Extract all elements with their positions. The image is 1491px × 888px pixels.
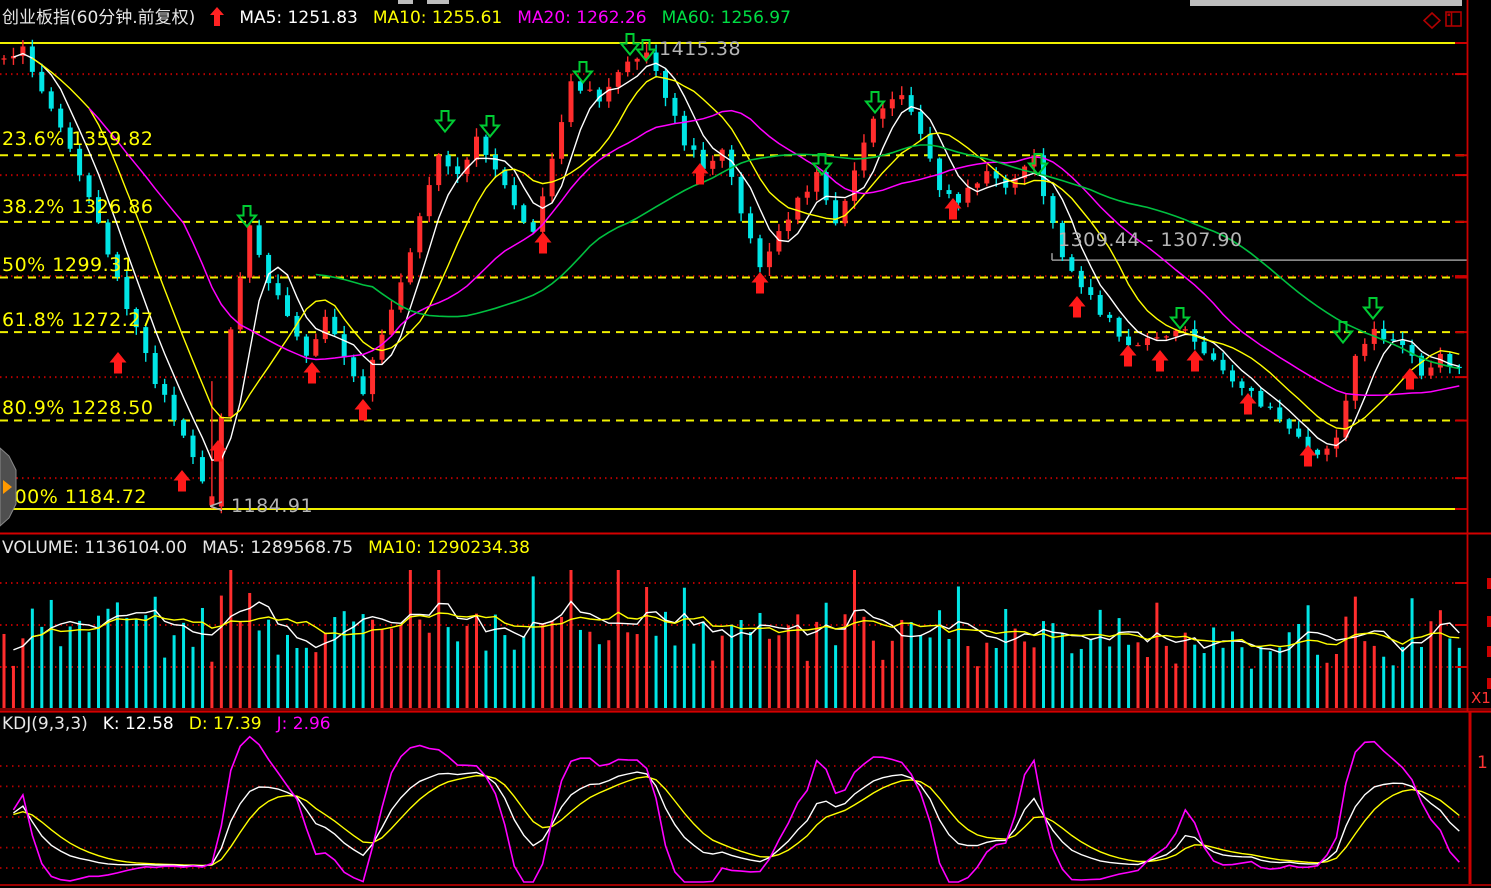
price-pane-header: 创业板指(60分钟.前复权) MA5: 1251.83 MA10: 1255.6…: [2, 6, 791, 30]
gap-range-label: 1309.44 - 1307.90: [1058, 231, 1243, 250]
sell-signal-arrow: [481, 116, 499, 137]
panel-collapse-handle[interactable]: [0, 446, 17, 528]
buy-signal-arrow: [174, 470, 191, 492]
buy-signal-arrow: [1069, 296, 1086, 318]
fib-label-382: 38.2% 1326.86: [2, 198, 153, 217]
chart-window: 创业板指(60分钟.前复权) MA5: 1251.83 MA10: 1255.6…: [0, 0, 1491, 888]
draw-diamond-icon[interactable]: [1423, 12, 1441, 33]
ma60-value: MA60: 1256.97: [662, 10, 791, 27]
volume-value: VOLUME: 1136104.00: [2, 540, 187, 557]
window-chrome-fragment: [427, 0, 449, 4]
buy-signal-arrow: [1120, 345, 1137, 367]
sell-signal-arrow: [238, 206, 256, 227]
kdj-name: KDJ(9,3,3): [2, 716, 88, 733]
buy-signal-arrow: [1240, 393, 1257, 415]
split-window-icon[interactable]: [1445, 11, 1462, 31]
volume-pane-header: VOLUME: 1136104.00 MA5: 1289568.75 MA10:…: [2, 540, 530, 557]
trend-up-arrow-icon: [210, 7, 224, 30]
ma20-value: MA20: 1262.26: [517, 10, 646, 27]
kdj-d-value: D: 17.39: [189, 716, 262, 733]
fib-label-809: 80.9% 1228.50: [2, 399, 153, 418]
kdj-axis-label: 1: [1477, 755, 1488, 772]
volume-unit-label: X1: [1471, 691, 1491, 706]
window-chrome-fragment: [398, 0, 413, 4]
sell-signal-arrow: [1171, 308, 1189, 329]
buy-signal-arrow: [1187, 350, 1204, 372]
buy-signal-arrow: [304, 362, 321, 384]
ma5-value: MA5: 1251.83: [239, 10, 358, 27]
buy-signal-arrow: [355, 399, 372, 421]
symbol-title: 创业板指(60分钟.前复权): [2, 10, 195, 27]
low-price-label: < 1184.91: [208, 497, 313, 516]
sell-signal-arrow: [621, 34, 639, 55]
buy-signal-arrow: [110, 352, 127, 374]
volume-ma10-value: MA10: 1290234.38: [368, 540, 530, 557]
buy-signal-arrow: [1152, 350, 1169, 372]
high-price-label: 1415.38: [659, 40, 741, 59]
kdj-lines: [13, 737, 1459, 882]
volume-ma5-value: MA5: 1289568.75: [202, 540, 353, 557]
kdj-k-value: K: 12.58: [103, 716, 174, 733]
buy-signal-arrow: [1300, 445, 1317, 467]
sell-signal-arrow: [574, 62, 592, 83]
kdj-pane-header: KDJ(9,3,3) K: 12.58 D: 17.39 J: 2.96: [2, 716, 331, 733]
signal-arrows: [110, 34, 1419, 492]
sell-signal-arrow: [436, 111, 454, 132]
fib-label-100: 100% 1184.72: [2, 488, 147, 507]
fib-label-50: 50% 1299.31: [2, 256, 134, 275]
chart-canvas[interactable]: [0, 0, 1491, 888]
sell-signal-arrow: [1364, 298, 1382, 319]
ma10-value: MA10: 1255.61: [373, 10, 502, 27]
buy-signal-arrow: [535, 232, 552, 254]
kdj-j-value: J: 2.96: [277, 716, 331, 733]
fib-label-618: 61.8% 1272.27: [2, 311, 153, 330]
window-chrome-fragment: [1190, 0, 1462, 6]
fib-label-236: 23.6% 1359.82: [2, 130, 153, 149]
